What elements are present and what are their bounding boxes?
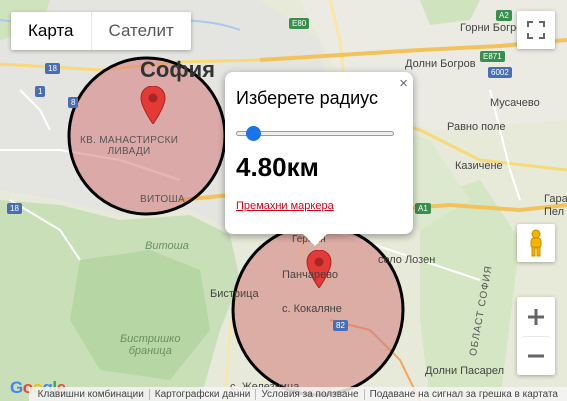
map-type-map-button[interactable]: Карта xyxy=(11,12,91,50)
label-vitosha: Витоша xyxy=(145,240,189,252)
map-marker-icon[interactable] xyxy=(140,86,166,124)
label-pelo: Пел xyxy=(544,206,565,218)
label-kazichene: Казичене xyxy=(455,160,503,172)
pegman-icon xyxy=(530,229,542,257)
street-view-button[interactable] xyxy=(517,224,555,262)
map-type-control: Карта Сателит xyxy=(11,12,191,50)
shield-18a: 18 xyxy=(45,63,60,74)
shield-a1: A1 xyxy=(415,203,431,214)
zoom-in-button[interactable] xyxy=(517,298,555,336)
footer-terms-link[interactable]: Условия за ползване xyxy=(255,388,363,400)
shield-6002: 6002 xyxy=(488,67,512,78)
label-pancharevo: Панчарево xyxy=(282,269,339,281)
label-bistritsa: Бистрица xyxy=(210,288,259,300)
zoom-out-button[interactable] xyxy=(517,337,555,375)
label-gara-belovo: Гара Б xyxy=(544,193,567,205)
shield-8: 8 xyxy=(68,97,79,108)
map-footer: Клавишни комбинации Картографски данни У… xyxy=(0,387,567,401)
label-dolni-bogrov: Долни Богров xyxy=(405,58,476,70)
footer-shortcuts-link[interactable]: Клавишни комбинации xyxy=(33,389,149,400)
footer-map-data-link[interactable]: Картографски данни xyxy=(148,388,256,400)
plus-icon xyxy=(528,308,544,325)
footer-report-link[interactable]: Подаване на сигнал за грешка в картата xyxy=(363,388,563,400)
remove-marker-link[interactable]: Премахни маркера xyxy=(236,200,334,212)
label-sofia: София xyxy=(140,57,215,82)
radius-slider-thumb[interactable] xyxy=(246,126,261,141)
label-ravno-pole: Равно поле xyxy=(447,121,506,133)
shield-1: 1 xyxy=(35,86,46,97)
shield-e80: E80 xyxy=(289,18,310,29)
label-kokalyane: с. Кокаляне xyxy=(282,303,342,315)
footer-links: Клавишни комбинации Картографски данни У… xyxy=(28,387,567,401)
label-lozen: село Лозен xyxy=(378,254,436,266)
fullscreen-icon xyxy=(527,21,545,39)
shield-82: 82 xyxy=(333,320,348,331)
radius-popup: × Изберете радиус 4.80км Премахни маркер… xyxy=(225,72,413,246)
zoom-control xyxy=(517,297,555,375)
label-manastirski: КВ. МАНАСТИРСКИ ЛИВАДИ xyxy=(80,135,179,157)
label-dolni-pasarel: Долни Пасарел xyxy=(425,365,505,377)
label-vitosha-district: ВИТОША xyxy=(140,194,185,205)
shield-18b: 18 xyxy=(7,203,22,214)
shield-e871: E871 xyxy=(480,51,505,62)
minus-icon xyxy=(528,354,544,357)
radius-value: 4.80км xyxy=(236,152,319,182)
radius-slider[interactable] xyxy=(236,126,394,141)
map-type-satellite-button[interactable]: Сателит xyxy=(90,12,191,50)
popup-title: Изберете радиус xyxy=(236,88,378,108)
label-musachevo: Мусачево xyxy=(490,97,540,109)
label-bistrishko: Бистришко браница xyxy=(120,333,181,357)
shield-a2: A2 xyxy=(496,10,512,21)
popup-close-button[interactable]: × xyxy=(399,75,408,92)
fullscreen-button[interactable] xyxy=(517,11,555,49)
